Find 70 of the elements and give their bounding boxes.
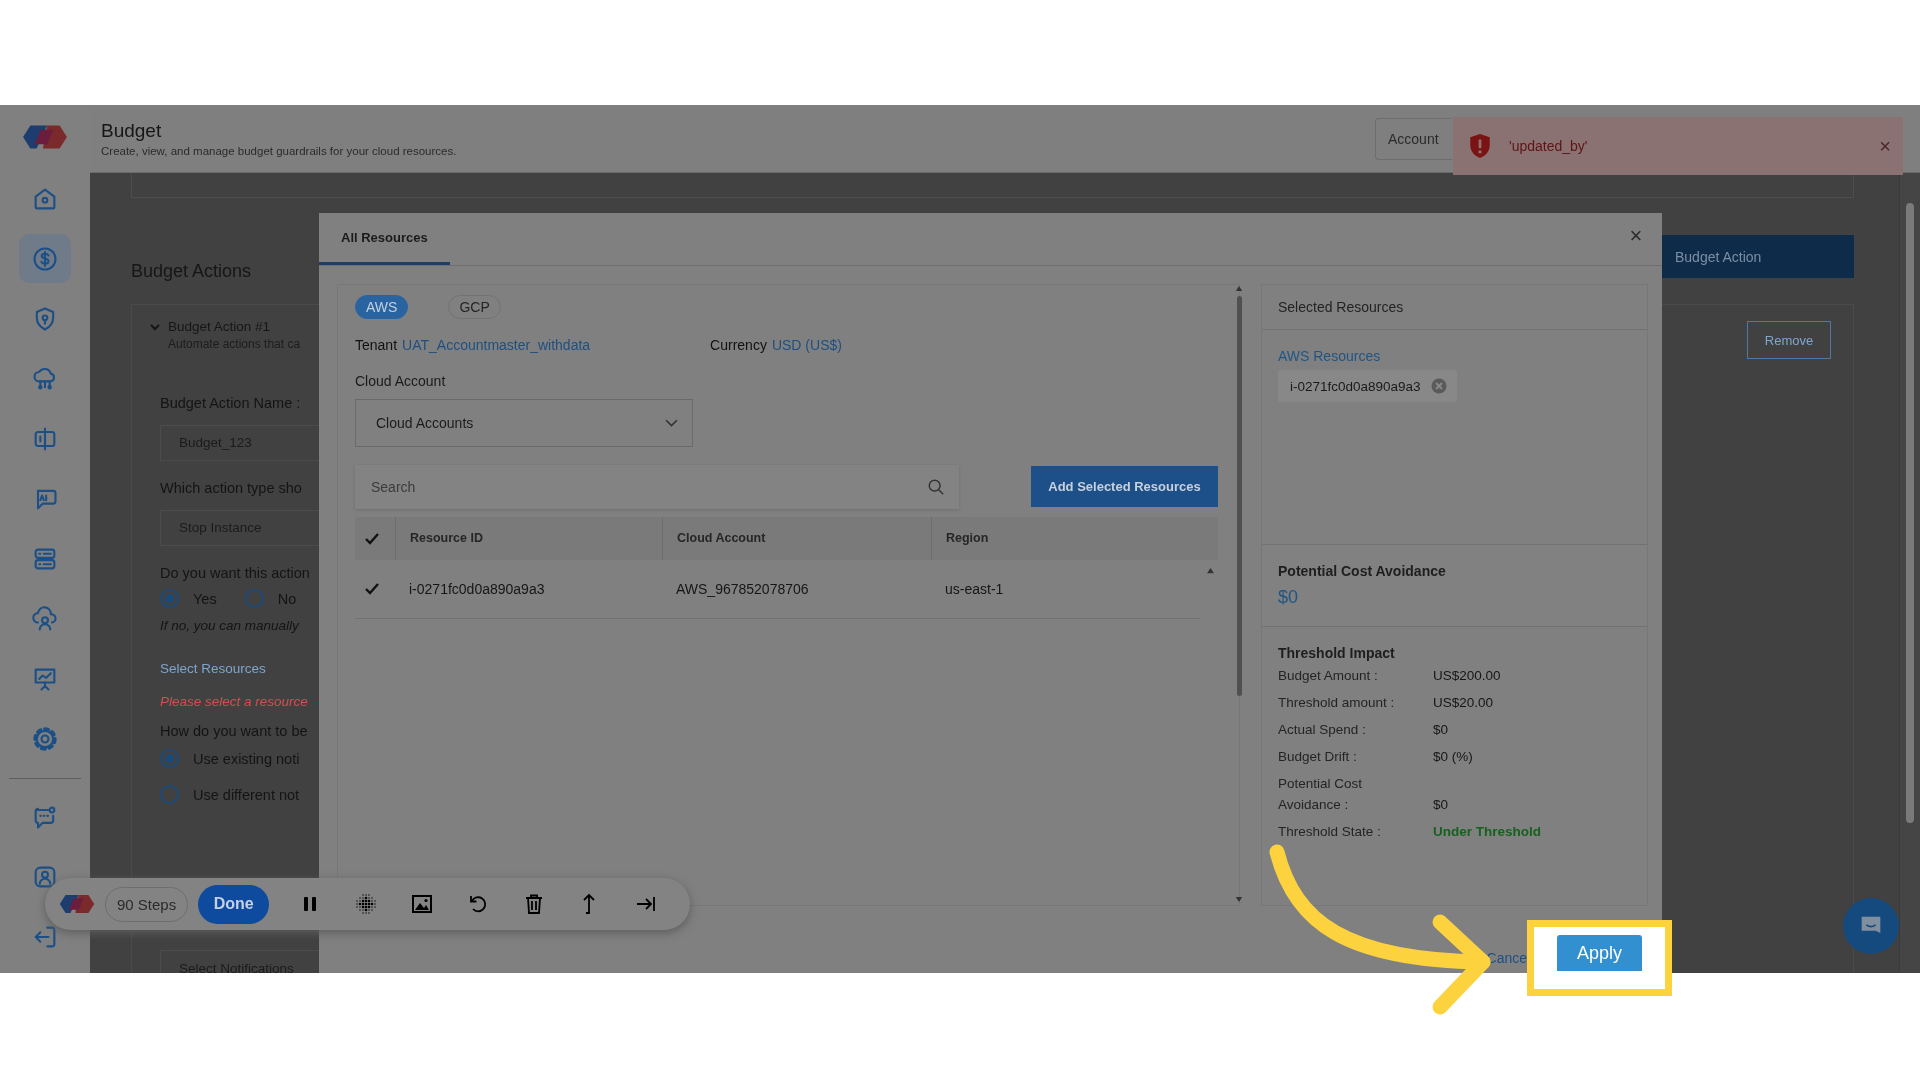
- search-field[interactable]: Search: [355, 465, 959, 509]
- error-message: Please select a resource: [160, 694, 308, 709]
- close-button[interactable]: ×: [1624, 223, 1648, 249]
- done-button[interactable]: Done: [198, 884, 270, 924]
- group-title: AWS Resources: [1278, 348, 1381, 364]
- impact-value: US$20.00: [1433, 694, 1495, 712]
- settings-icon: [31, 724, 59, 753]
- scroll-up-icon[interactable]: [1235, 285, 1243, 292]
- impact-label: Threshold amount :: [1278, 694, 1396, 712]
- table-cell-text: AWS_967852078706: [675, 581, 810, 597]
- select-resources-link[interactable]: Select Resources: [160, 661, 266, 676]
- panel-title: Selected Resources: [1262, 285, 1647, 330]
- cloud-user-icon: [31, 604, 59, 633]
- table-cell-text: i-0271fc0d0a890a9a3: [408, 581, 546, 597]
- column-header[interactable]: Cloud Account: [662, 517, 931, 560]
- search-icon: [927, 478, 945, 496]
- radio-button[interactable]: [160, 749, 179, 768]
- scroll-up-icon[interactable]: [1206, 567, 1215, 574]
- tab[interactable]: All Resources: [319, 213, 450, 265]
- column-header[interactable]: Region: [931, 517, 1218, 560]
- impact-label: Budget Amount :: [1278, 667, 1379, 685]
- impact-title: Threshold Impact: [1278, 645, 1396, 661]
- toast-message: 'updated_by': [1509, 138, 1589, 154]
- check-icon[interactable]: [365, 532, 379, 545]
- tenant-label: Tenant: [355, 337, 398, 353]
- apply-button[interactable]: Apply: [1557, 935, 1642, 971]
- close-button[interactable]: ×: [1879, 134, 1891, 158]
- impact-label: Threshold State :: [1278, 823, 1382, 841]
- budget-action-button[interactable]: Budget Action: [1661, 235, 1854, 278]
- chat-button[interactable]: [1843, 898, 1899, 954]
- shield-alert-icon: [1469, 133, 1491, 159]
- tenant-value: UAT_Accountmaster_withdata: [402, 337, 591, 353]
- radio-button[interactable]: [160, 589, 179, 608]
- currency-label: Currency: [710, 337, 767, 353]
- chevron-icon: [665, 418, 678, 428]
- radio-button[interactable]: [160, 785, 179, 804]
- table-cell-text: us-east-1: [944, 581, 1005, 597]
- page-subtitle: Create, view, and manage budget guardrails for your cloud resources.: [101, 145, 457, 157]
- impact-value: $0: [1433, 796, 1450, 814]
- threshold-status: Under Threshold: [1433, 823, 1542, 841]
- blur-icon: [354, 892, 379, 916]
- chip-label: i-0271fc0d0a890a9a3: [1290, 378, 1421, 394]
- check-icon[interactable]: [365, 583, 379, 595]
- column-header[interactable]: Resource ID: [395, 517, 662, 560]
- add-selected-button[interactable]: Add Selected Resources: [1031, 466, 1218, 507]
- nav-button[interactable]: [19, 234, 71, 283]
- scroll-down-icon[interactable]: [1235, 896, 1243, 903]
- account-button[interactable]: Account: [1375, 117, 1452, 160]
- dollar-icon: [31, 244, 59, 273]
- impact-value: US$200.00: [1433, 667, 1502, 685]
- impact-value: $0: [1433, 721, 1450, 739]
- currency-value: USD (US$): [771, 337, 842, 353]
- remove-button[interactable]: Remove: [1747, 321, 1831, 359]
- cloud-account-dropdown[interactable]: Cloud Accounts: [355, 399, 693, 447]
- scrollbar[interactable]: [1899, 173, 1920, 973]
- logo-icon: [22, 123, 68, 151]
- impact-label: Budget Drift :: [1278, 748, 1358, 766]
- image-icon: [410, 892, 435, 916]
- remove-icon[interactable]: [1430, 378, 1447, 394]
- caret-icon[interactable]: [150, 321, 160, 332]
- page-title: Budget: [101, 120, 163, 142]
- avoidance-title: Potential Cost Avoidance: [1278, 563, 1447, 579]
- logo-icon: [59, 893, 95, 915]
- impact-label: Actual Spend :: [1278, 721, 1367, 739]
- impact-value: $0 (%): [1433, 748, 1474, 766]
- provider-toggle[interactable]: AWS: [355, 295, 409, 319]
- field-label: Cloud Account: [355, 373, 447, 389]
- radio-button[interactable]: [244, 589, 264, 608]
- impact-label: Potential Cost Avoidance :: [1278, 775, 1364, 814]
- avoidance-value: $0: [1278, 587, 1300, 608]
